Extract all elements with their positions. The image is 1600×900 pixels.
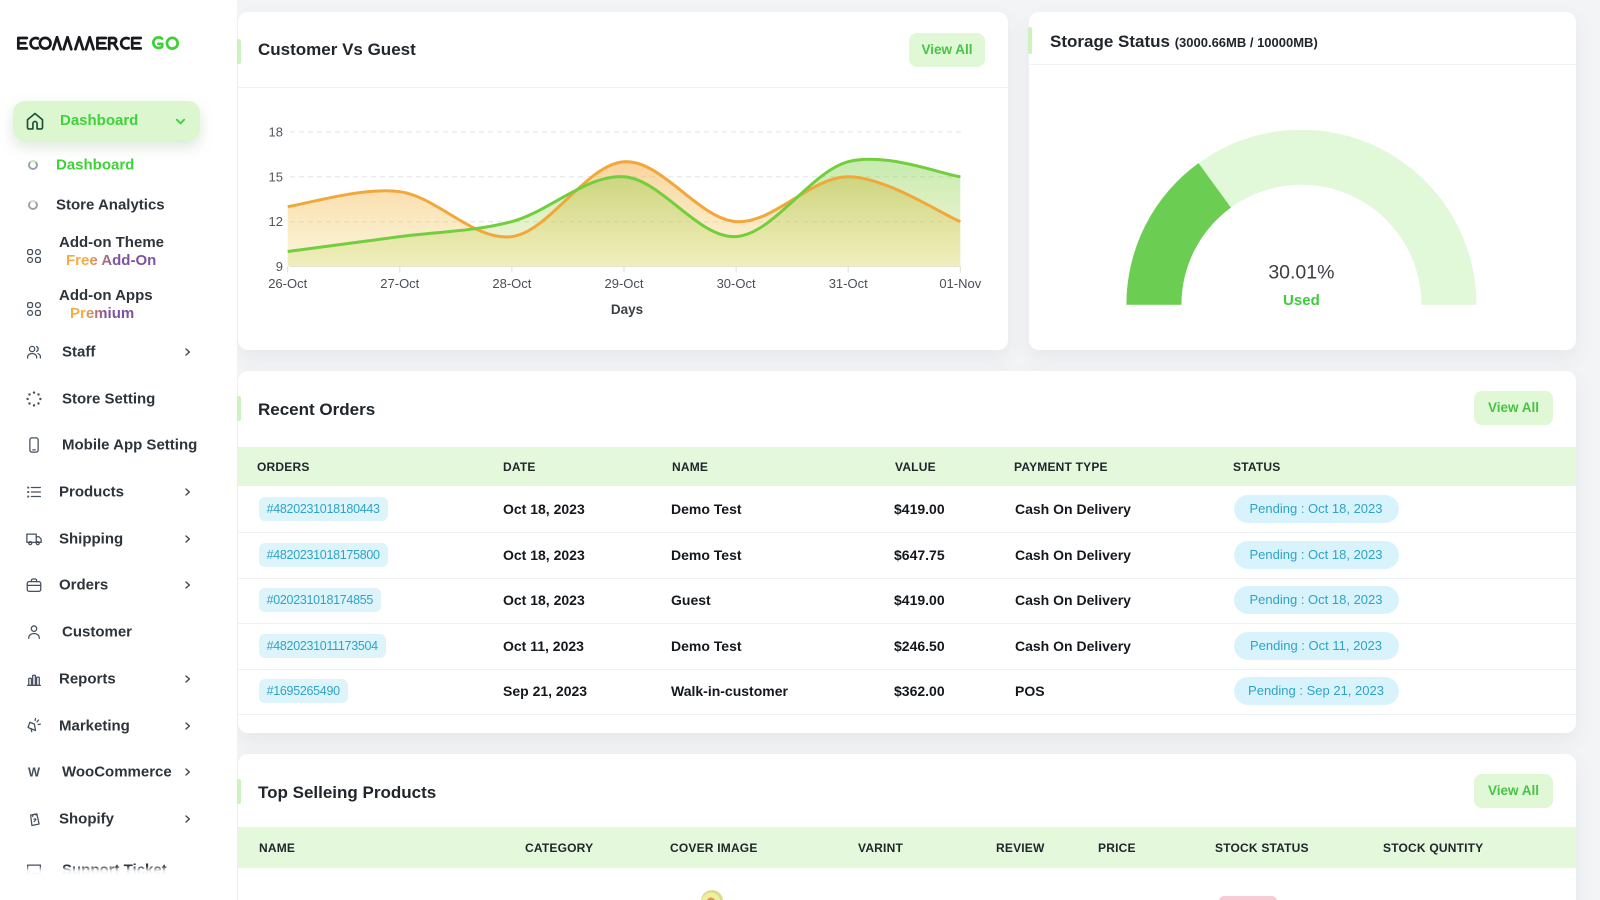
svg-text:15: 15: [269, 169, 283, 184]
svg-text:18: 18: [269, 124, 283, 139]
svg-text:27-Oct: 27-Oct: [380, 276, 419, 291]
svg-text:Days: Days: [611, 302, 643, 317]
svg-text:28-Oct: 28-Oct: [492, 276, 531, 291]
svg-text:30-Oct: 30-Oct: [717, 276, 756, 291]
svg-text:Used: Used: [1283, 292, 1320, 309]
svg-text:9: 9: [276, 259, 283, 274]
svg-text:30.01%: 30.01%: [1268, 262, 1334, 284]
svg-text:W: W: [28, 765, 41, 780]
svg-text:01-Nov: 01-Nov: [939, 276, 981, 291]
svg-text:31-Oct: 31-Oct: [829, 276, 868, 291]
svg-text:29-Oct: 29-Oct: [604, 276, 643, 291]
svg-text:26-Oct: 26-Oct: [268, 276, 307, 291]
svg-text:12: 12: [269, 214, 283, 229]
